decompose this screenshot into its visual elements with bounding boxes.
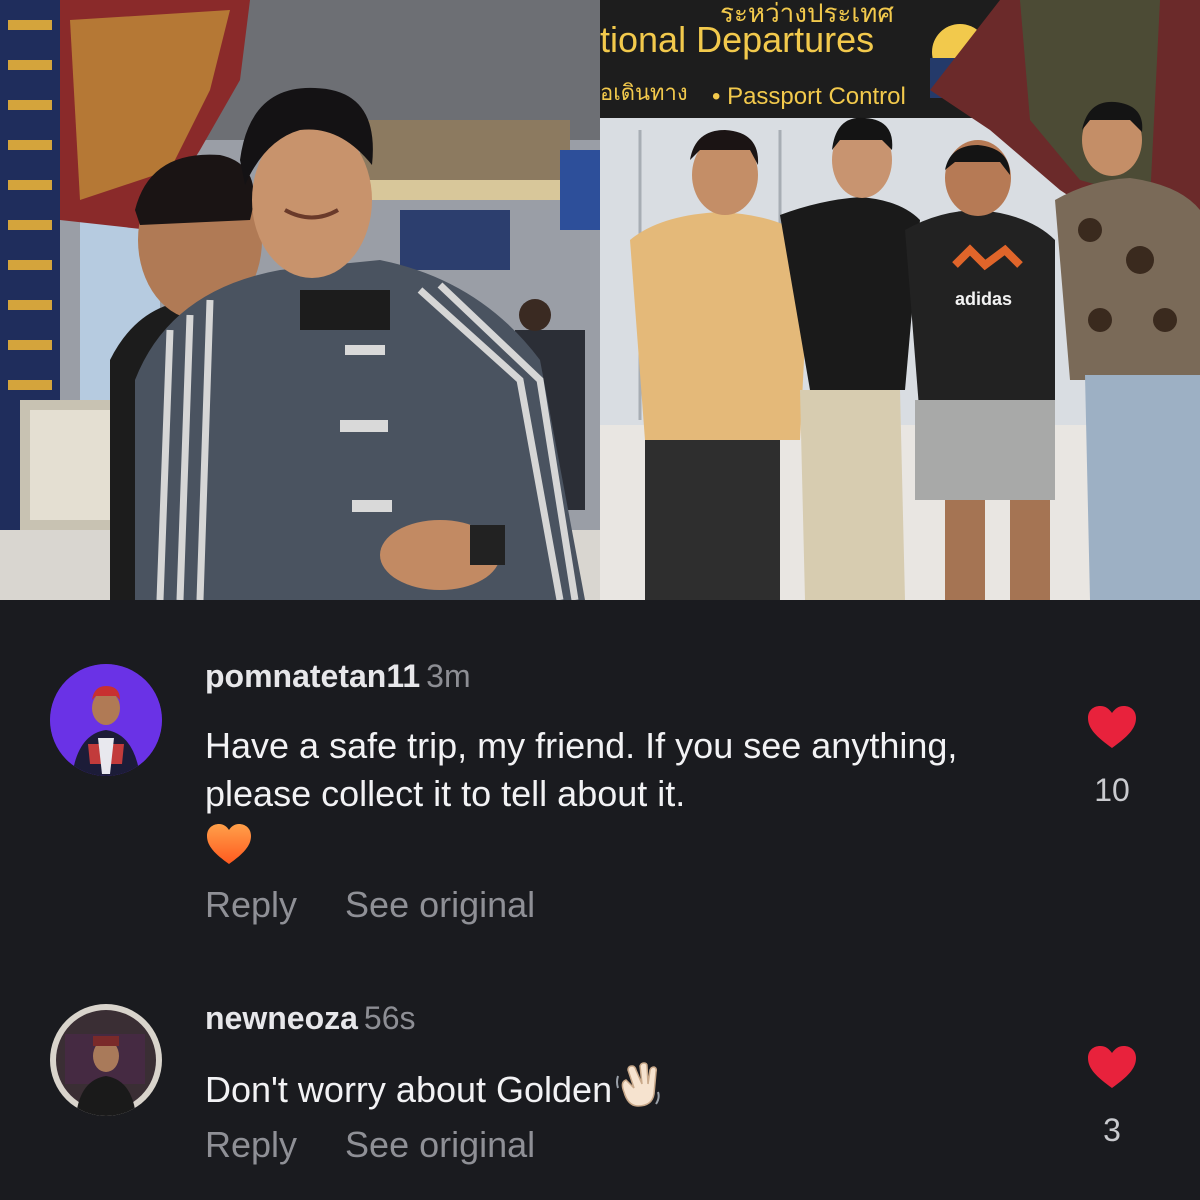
sign-departures: tional Departures: [600, 19, 874, 60]
comments-section: pomnatetan11 3m Have a safe trip, my frie…: [0, 600, 1200, 1200]
comment-timestamp: 3m: [426, 658, 471, 694]
shirt-logo: adidas: [955, 289, 1012, 309]
comment-timestamp: 56s: [363, 1000, 416, 1036]
comment-username[interactable]: pomnatetan11 3m: [205, 658, 471, 695]
photo-left-image: [0, 0, 600, 600]
sign-passport-control: • Passport Control: [712, 83, 906, 110]
see-original-button[interactable]: See original: [345, 1124, 535, 1165]
avatar-image: [50, 664, 162, 776]
avatar[interactable]: [50, 1004, 162, 1116]
orange-heart-icon: [205, 822, 1065, 870]
like-heart-icon[interactable]: [1086, 704, 1138, 750]
see-original-button[interactable]: See original: [345, 884, 535, 925]
reply-button[interactable]: Reply: [205, 884, 297, 925]
comment-text: Don't worry about Golden: [205, 1062, 1065, 1120]
comment-actions: Reply See original: [205, 884, 535, 926]
like-count: 3: [1103, 1112, 1121, 1148]
avatar-image: [50, 1004, 162, 1116]
like-control: [1086, 704, 1138, 755]
photo-right: ระหว่างประเทศ tional Departures อเดินทาง…: [600, 0, 1200, 600]
reply-button[interactable]: Reply: [205, 1124, 297, 1165]
photo-right-image: ระหว่างประเทศ tional Departures อเดินทาง…: [600, 0, 1200, 600]
username-text[interactable]: pomnatetan11: [205, 658, 420, 694]
photo-collage: ระหว่างประเทศ tional Departures อเดินทาง…: [0, 0, 1200, 600]
like-heart-icon[interactable]: [1086, 1044, 1138, 1090]
username-text[interactable]: newneoza: [205, 1000, 358, 1036]
comment-body: Have a safe trip, my friend. If you see …: [205, 725, 958, 814]
photo-left: [0, 0, 600, 600]
comment-username[interactable]: newneoza 56s: [205, 1000, 416, 1037]
comment-actions: Reply See original: [205, 1124, 535, 1166]
comment-body: Don't worry about Golden: [205, 1069, 613, 1110]
comment-text: Have a safe trip, my friend. If you see …: [205, 722, 1065, 870]
waving-hand-icon: [614, 1062, 662, 1120]
avatar[interactable]: [50, 664, 162, 776]
sign-thai-line2: อเดินทาง: [600, 81, 688, 106]
like-control: [1086, 1044, 1138, 1095]
like-count: 10: [1094, 772, 1130, 808]
